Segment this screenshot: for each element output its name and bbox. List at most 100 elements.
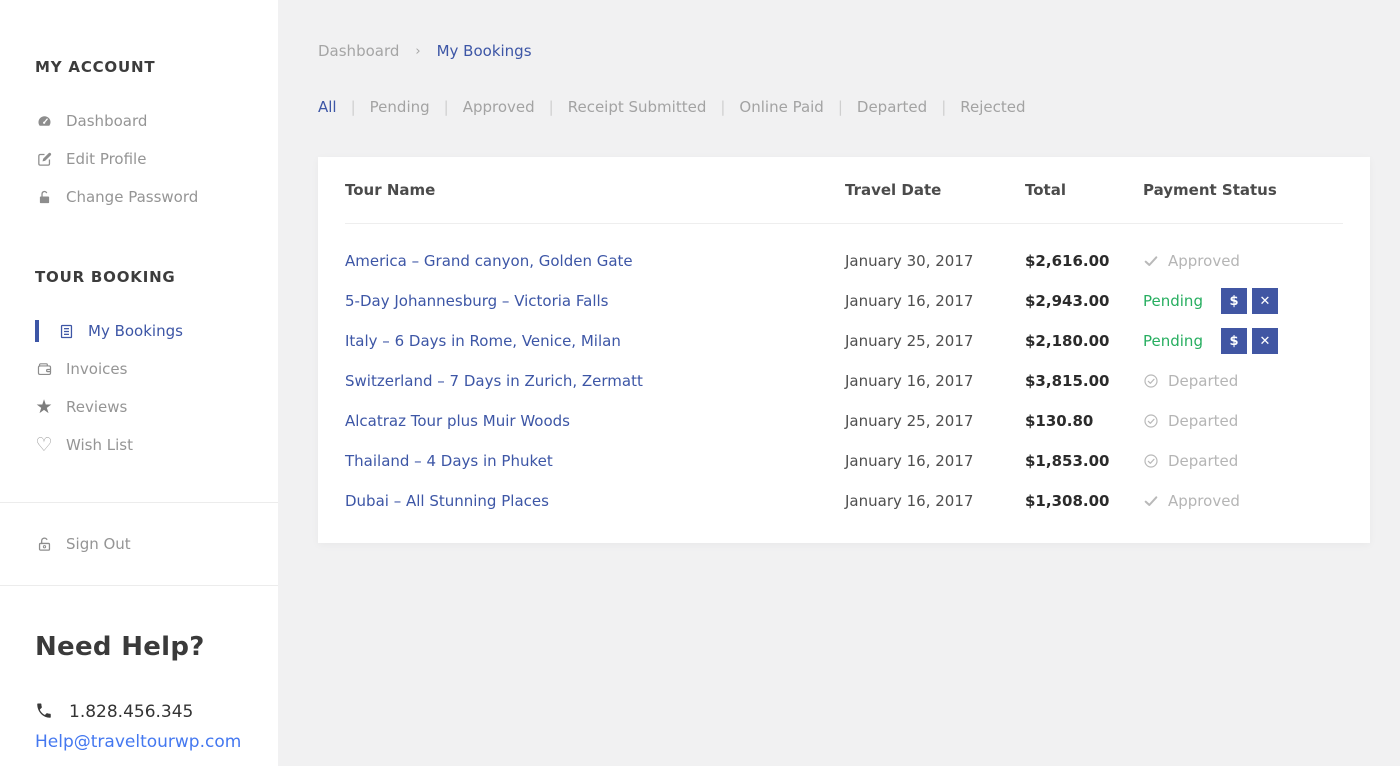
- need-help-title: Need Help?: [0, 586, 278, 662]
- tour-name-cell: Alcatraz Tour plus Muir Woods: [345, 412, 845, 430]
- payment-status-cell: Departed: [1143, 372, 1343, 390]
- tour-name-cell: 5-Day Johannesburg – Victoria Falls: [345, 292, 845, 310]
- cancel-button[interactable]: ✕: [1252, 328, 1278, 354]
- sidebar-item-my-bookings[interactable]: My Bookings: [0, 312, 278, 350]
- help-phone-row: 1.828.456.345: [0, 702, 278, 722]
- travel-date-cell: January 16, 2017: [845, 492, 1025, 510]
- total-cell: $1,308.00: [1025, 492, 1143, 510]
- pay-button[interactable]: $: [1221, 288, 1247, 314]
- column-header-total: Total: [1025, 181, 1143, 199]
- breadcrumb-separator: ›: [415, 44, 420, 59]
- sidebar-item-label: Invoices: [66, 360, 127, 378]
- tour-link[interactable]: Thailand – 4 Days in Phuket: [345, 452, 553, 470]
- table-row: America – Grand canyon, Golden Gate Janua…: [345, 241, 1343, 281]
- breadcrumb-dashboard[interactable]: Dashboard: [318, 42, 399, 60]
- main-content: Dashboard › My Bookings All|Pending|Appr…: [278, 0, 1400, 766]
- wallet-icon: [35, 360, 53, 378]
- payment-status-cell: Pending $✕: [1143, 328, 1343, 354]
- status-filter-tabs: All|Pending|Approved|Receipt Submitted|O…: [278, 60, 1400, 116]
- status-label: Approved: [1168, 252, 1240, 270]
- status-label: Pending: [1143, 292, 1203, 310]
- bookings-table-card: Tour Name Travel Date Total Payment Stat…: [318, 157, 1370, 543]
- help-email-link[interactable]: Help@traveltourwp.com: [0, 732, 278, 752]
- tab-receipt-submitted[interactable]: Receipt Submitted: [568, 98, 707, 116]
- tab-pending[interactable]: Pending: [370, 98, 430, 116]
- sidebar-item-label: Reviews: [66, 398, 127, 416]
- table-row: Switzerland – 7 Days in Zurich, ZermattJ…: [345, 361, 1343, 401]
- travel-date-cell: January 25, 2017: [845, 332, 1025, 350]
- table-row: Dubai – All Stunning Places January 16, 2…: [345, 481, 1343, 521]
- tab-departed[interactable]: Departed: [857, 98, 927, 116]
- edit-icon: [35, 150, 53, 168]
- tab-all[interactable]: All: [318, 98, 337, 116]
- row-actions: $✕: [1221, 328, 1278, 354]
- lock-icon: [35, 188, 53, 206]
- tour-name-cell: Switzerland – 7 Days in Zurich, Zermatt: [345, 372, 845, 390]
- payment-status-cell: Pending $✕: [1143, 288, 1343, 314]
- tour-link[interactable]: America – Grand canyon, Golden Gate: [345, 252, 633, 270]
- travel-date-cell: January 30, 2017: [845, 252, 1025, 270]
- tour-link[interactable]: 5-Day Johannesburg – Victoria Falls: [345, 292, 608, 310]
- tab-online-paid[interactable]: Online Paid: [739, 98, 823, 116]
- tab-rejected[interactable]: Rejected: [960, 98, 1025, 116]
- payment-status-cell: Departed: [1143, 452, 1343, 470]
- sidebar-item-invoices[interactable]: Invoices: [0, 350, 278, 388]
- tab-separator: |: [549, 98, 554, 116]
- tour-name-cell: Thailand – 4 Days in Phuket: [345, 452, 845, 470]
- sidebar-item-wish-list[interactable]: ♡ Wish List: [0, 426, 278, 464]
- status-label: Approved: [1168, 492, 1240, 510]
- sidebar-item-dashboard[interactable]: Dashboard: [0, 102, 278, 140]
- sidebar-item-edit-profile[interactable]: Edit Profile: [0, 140, 278, 178]
- status-label: Departed: [1168, 452, 1238, 470]
- sidebar: MY ACCOUNTDashboardEdit ProfileChange Pa…: [0, 0, 278, 766]
- bookings-icon: [57, 322, 75, 340]
- sidebar-item-label: Dashboard: [66, 112, 147, 130]
- total-cell: $2,616.00: [1025, 252, 1143, 270]
- star-icon: ★: [35, 398, 53, 416]
- table-row: 5-Day Johannesburg – Victoria Falls Janua…: [345, 281, 1343, 321]
- payment-status-cell: Departed: [1143, 412, 1343, 430]
- tour-link[interactable]: Italy – 6 Days in Rome, Venice, Milan: [345, 332, 621, 350]
- phone-icon: [35, 702, 55, 722]
- payment-status-cell: Approved: [1143, 252, 1343, 270]
- travel-date-cell: January 16, 2017: [845, 292, 1025, 310]
- heart-icon: ♡: [35, 436, 53, 454]
- dashboard-icon: [35, 112, 53, 130]
- tab-approved[interactable]: Approved: [463, 98, 535, 116]
- circle-check-icon: [1143, 373, 1159, 389]
- status-label: Pending: [1143, 332, 1203, 350]
- sidebar-item-sign-out[interactable]: Sign Out: [0, 514, 278, 574]
- check-icon: [1143, 253, 1159, 269]
- tour-link[interactable]: Switzerland – 7 Days in Zurich, Zermatt: [345, 372, 643, 390]
- tour-link[interactable]: Alcatraz Tour plus Muir Woods: [345, 412, 570, 430]
- sidebar-item-label: Change Password: [66, 188, 198, 206]
- section-title-tour-booking: TOUR BOOKING: [0, 216, 278, 286]
- payment-status-cell: Approved: [1143, 492, 1343, 510]
- circle-check-icon: [1143, 413, 1159, 429]
- sidebar-nav: My Bookings Invoices ★ Reviews ♡ Wish List: [0, 312, 278, 464]
- circle-check-icon: [1143, 453, 1159, 469]
- column-header-travel-date: Travel Date: [845, 181, 1025, 199]
- unlock-icon: [35, 535, 53, 553]
- table-row: Alcatraz Tour plus Muir WoodsJanuary 25,…: [345, 401, 1343, 441]
- sidebar-item-change-password[interactable]: Change Password: [0, 178, 278, 216]
- table-body: America – Grand canyon, Golden Gate Janua…: [345, 224, 1343, 521]
- travel-date-cell: January 16, 2017: [845, 452, 1025, 470]
- total-cell: $3,815.00: [1025, 372, 1143, 390]
- cancel-button[interactable]: ✕: [1252, 288, 1278, 314]
- total-cell: $2,180.00: [1025, 332, 1143, 350]
- row-actions: $✕: [1221, 288, 1278, 314]
- tour-link[interactable]: Dubai – All Stunning Places: [345, 492, 549, 510]
- tab-separator: |: [838, 98, 843, 116]
- pay-button[interactable]: $: [1221, 328, 1247, 354]
- tour-name-cell: Dubai – All Stunning Places: [345, 492, 845, 510]
- table-row: Thailand – 4 Days in Phuket January 16, 2…: [345, 441, 1343, 481]
- column-header-tour-name: Tour Name: [345, 181, 845, 199]
- sidebar-item-reviews[interactable]: ★ Reviews: [0, 388, 278, 426]
- column-header-payment-status: Payment Status: [1143, 181, 1343, 199]
- tour-name-cell: America – Grand canyon, Golden Gate: [345, 252, 845, 270]
- total-cell: $2,943.00: [1025, 292, 1143, 310]
- status-label: Departed: [1168, 412, 1238, 430]
- sidebar-item-label: Wish List: [66, 436, 133, 454]
- sidebar-item-label: My Bookings: [88, 322, 183, 340]
